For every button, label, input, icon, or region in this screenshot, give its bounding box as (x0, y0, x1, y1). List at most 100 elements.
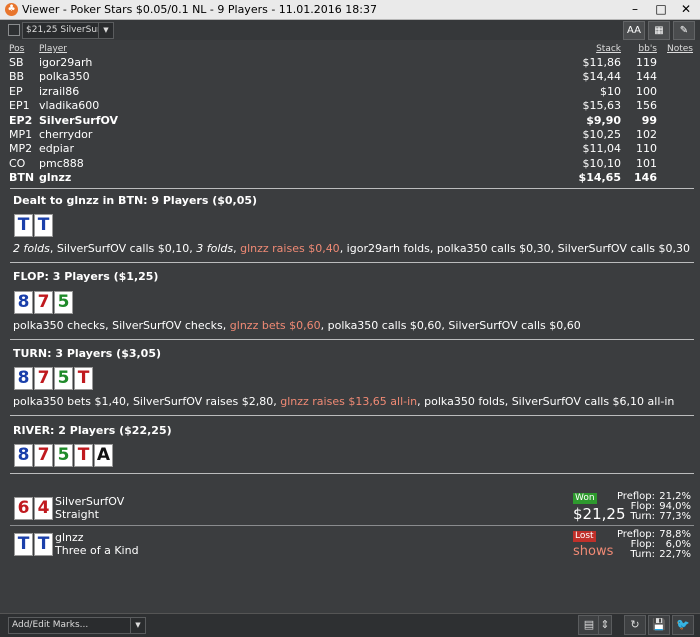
marks-select-value: Add/Edit Marks... (12, 620, 89, 630)
player-bbs: 156 (636, 99, 657, 113)
font-size-button[interactable]: AA (623, 21, 645, 40)
chevron-down-icon: ▼ (130, 618, 145, 633)
player-position: SB (9, 56, 24, 69)
hero-action: glnzz bets $0,60 (229, 319, 321, 332)
player-name[interactable]: vladika600 (39, 99, 99, 113)
flop-heading: FLOP: 3 Players ($1,25) (13, 270, 159, 283)
showdown-hand-rank: Straight (55, 508, 99, 521)
player-name[interactable]: SilverSurfOV (39, 114, 118, 128)
playing-card: 8 (14, 367, 33, 390)
equity-label: Turn: (630, 549, 655, 560)
shows-label: shows (573, 544, 614, 559)
action-text: polka350 checks, SilverSurfOV checks, (13, 319, 230, 332)
player-position: BB (9, 70, 25, 84)
player-stack: $10,10 (582, 156, 622, 170)
header-pos: Pos (9, 44, 25, 54)
player-bbs: 102 (636, 128, 657, 141)
app-icon: ♣ (5, 3, 18, 16)
river-cards: 875TA (14, 444, 114, 467)
player-position: EP2 (9, 113, 33, 127)
player-name[interactable]: cherrydor (39, 128, 92, 142)
action-text: , polka350 calls $0,60, SilverSurfOV cal… (320, 319, 581, 332)
action-text: , igor29arh folds, polka350 calls $0,30,… (339, 242, 691, 255)
player-name[interactable]: pmc888 (39, 157, 84, 171)
player-bbs: 146 (634, 171, 657, 185)
grid-icon[interactable]: ▦ (648, 21, 670, 40)
playing-card: 4 (34, 497, 53, 520)
select-checkbox[interactable] (8, 24, 20, 36)
hand-viewer-content: Pos Player Stack bb's Notes SB igor29arh $… (3, 40, 697, 613)
hero-action: glnzz raises $13,65 all-in (280, 395, 418, 408)
divider (10, 525, 694, 526)
player-stack: $10 (600, 84, 621, 98)
flop-cards: 875 (14, 291, 74, 314)
divider (10, 415, 694, 416)
refresh-icon[interactable]: ↻ (624, 615, 646, 635)
minimize-button[interactable]: – (623, 1, 647, 17)
action-text: polka350 bets $1,40, SilverSurfOV raises… (13, 395, 281, 408)
divider (10, 188, 694, 189)
playing-card: T (74, 444, 93, 467)
player-bbs: 144 (636, 70, 657, 84)
playing-card: 8 (14, 291, 33, 314)
hero-action: glnzz raises $0,40 (240, 242, 340, 255)
marks-select[interactable]: Add/Edit Marks... ▼ (8, 617, 146, 634)
showdown-player-name: SilverSurfOV (55, 495, 125, 508)
player-stack: $10,25 (582, 128, 622, 141)
calculator-icon[interactable]: ▤ (578, 615, 600, 635)
flop-actions: polka350 checks, SilverSurfOV checks, gl… (13, 319, 581, 333)
stepper-icon[interactable]: ⇕ (598, 615, 612, 635)
twitter-icon[interactable]: 🐦 (672, 615, 694, 635)
playing-card: 7 (34, 444, 53, 467)
player-stack: $14,44 (582, 70, 622, 84)
player-stack: $9,90 (586, 113, 621, 127)
player-name[interactable]: edpiar (39, 142, 74, 156)
window-title: Viewer - Poker Stars $0.05/0.1 NL - 9 Pl… (22, 3, 377, 16)
player-position: CO (9, 156, 26, 170)
action-text: , polka350 folds, SilverSurfOV calls $6,… (417, 395, 675, 408)
header-bbs: bb's (638, 44, 657, 54)
playing-card: T (34, 214, 53, 237)
playing-card: T (14, 214, 33, 237)
player-position: EP (9, 84, 23, 98)
divider (10, 262, 694, 263)
player-name[interactable]: igor29arh (39, 56, 92, 70)
player-select-value: $21,25 SilverSurfOV (26, 25, 98, 35)
playing-card: T (14, 533, 33, 556)
player-bbs: 99 (641, 113, 657, 127)
action-text: 2 folds (13, 242, 50, 255)
chevron-down-icon: ▼ (98, 23, 113, 38)
player-stack: $14,65 (578, 171, 621, 185)
save-icon[interactable]: 💾 (648, 615, 670, 635)
playing-card: 5 (54, 291, 73, 314)
action-text: , SilverSurfOV calls $0,10, (49, 242, 197, 255)
equity-value: 77,3% (659, 511, 691, 522)
playing-card: 7 (34, 367, 53, 390)
player-name[interactable]: glnzz (39, 171, 71, 185)
playing-card: 8 (14, 444, 33, 467)
divider (10, 473, 694, 474)
player-bbs: 100 (636, 84, 657, 98)
player-select[interactable]: $21,25 SilverSurfOV ▼ (22, 22, 114, 39)
close-button[interactable]: ✕ (674, 1, 698, 17)
preflop-actions: 2 folds, SilverSurfOV calls $0,10, 3 fol… (13, 242, 690, 256)
header-notes: Notes (667, 44, 693, 54)
player-stack: $15,63 (582, 99, 622, 113)
showdown-cards-silversurfov: 64 (14, 497, 54, 520)
river-heading: RIVER: 2 Players ($22,25) (13, 424, 172, 437)
won-badge: Won (573, 493, 597, 504)
edit-icon[interactable]: ✎ (673, 21, 695, 40)
action-text: 3 folds (196, 242, 234, 255)
player-stack: $11,86 (582, 56, 622, 69)
preflop-cards: TT (14, 214, 54, 237)
player-name[interactable]: izrail86 (39, 85, 79, 99)
equity-value: 22,7% (659, 549, 691, 560)
showdown-player-name: glnzz (55, 531, 84, 544)
equity-label: Turn: (630, 511, 655, 522)
header-player: Player (39, 44, 68, 54)
maximize-button[interactable]: □ (649, 1, 673, 17)
playing-card: A (94, 444, 113, 467)
player-bbs: 119 (636, 56, 657, 69)
player-name[interactable]: polka350 (39, 70, 90, 84)
player-bbs: 101 (636, 156, 657, 170)
